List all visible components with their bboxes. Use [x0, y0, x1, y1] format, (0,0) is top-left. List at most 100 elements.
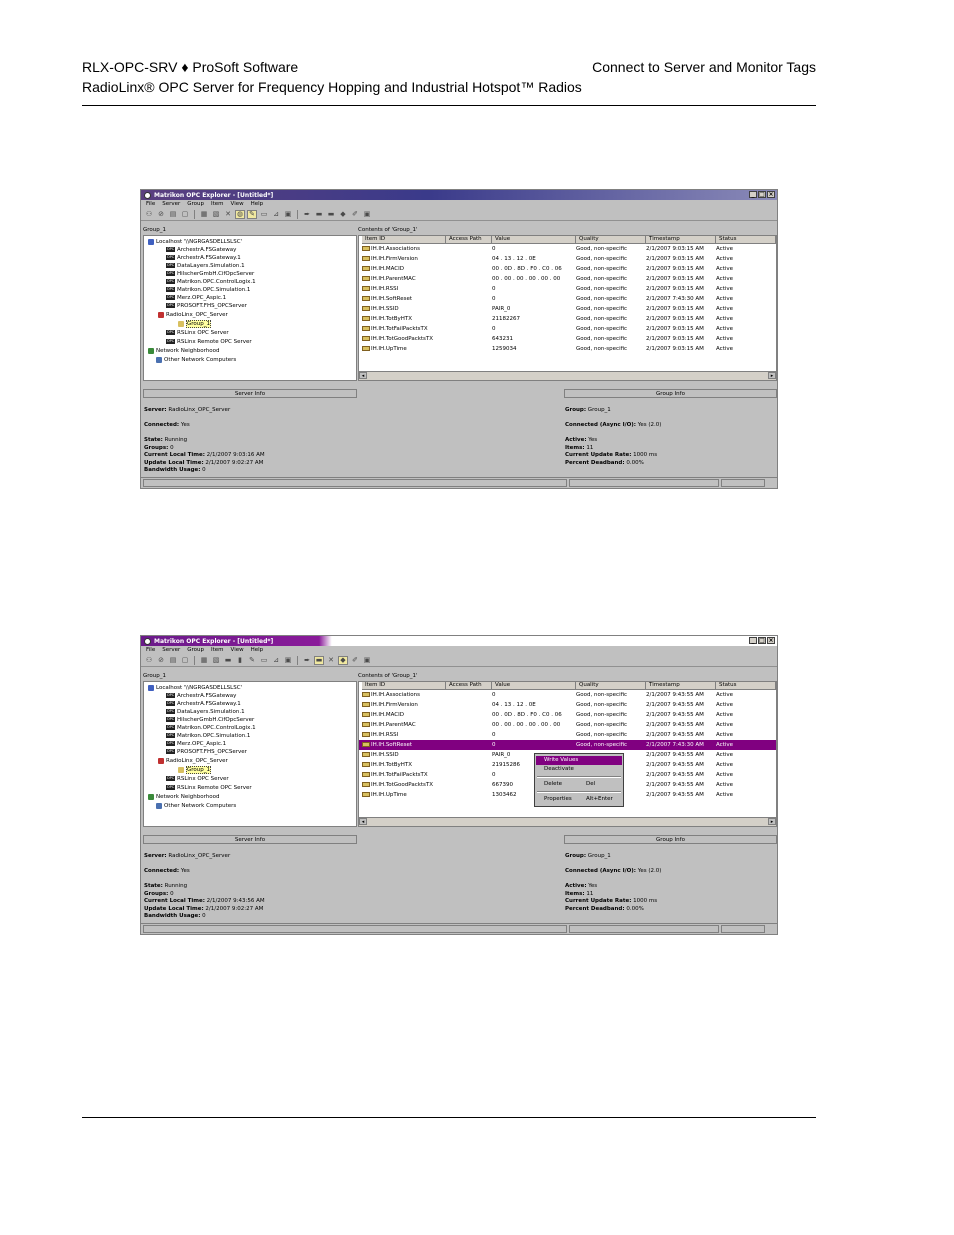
tree-node[interactable]: Network Neighborhood	[148, 793, 219, 801]
tree-node[interactable]: OPC ArchestrA.FSGateway.1	[166, 254, 241, 262]
properties-icon[interactable]: ✎	[247, 209, 257, 219]
tree-node[interactable]: OPC DataLayers.Simulation.1	[166, 708, 245, 716]
edit-group-icon[interactable]: ▧	[211, 656, 221, 665]
connect-icon[interactable]: ⚇	[144, 210, 154, 219]
tree-node[interactable]: OPC HilscherGmbH.CifOpcServer	[166, 270, 254, 278]
add-group-icon[interactable]: ▦	[199, 210, 209, 219]
column-header[interactable]: Item ID	[362, 236, 446, 244]
tree-node[interactable]: OPC Matrikon.OPC.ControlLogix.1	[166, 724, 256, 732]
column-header[interactable]: Status	[716, 236, 776, 244]
write-icon[interactable]: ⊿	[271, 656, 281, 665]
table-row[interactable]: IH.IH.TotGoodPacktsTX 643231 Good, non-spe…	[359, 334, 776, 344]
table-row[interactable]: IH.IH.TotByHTX 21182267 Good, non-specific…	[359, 314, 776, 324]
horizontal-scrollbar[interactable]: ◂ ▸	[359, 371, 776, 380]
close-button[interactable]: ×	[767, 637, 775, 644]
table-row[interactable]: IH.IH.FirmVersion 04 . 13 . 12 . 0E Good, …	[359, 700, 776, 710]
close-button[interactable]: ×	[767, 191, 775, 198]
item-edit-icon[interactable]: ✐	[350, 656, 360, 665]
refresh-icon[interactable]: ▣	[283, 210, 293, 219]
tree-node[interactable]: OPC ArchestrA.FSGateway.1	[166, 700, 241, 708]
disconnect-icon[interactable]: ⊘	[156, 210, 166, 219]
open-icon[interactable]: ▢	[180, 210, 190, 219]
column-header[interactable]: Status	[716, 682, 776, 690]
add-group-icon[interactable]: ▦	[199, 656, 209, 665]
lock-icon[interactable]: ▮	[235, 656, 245, 665]
properties-icon[interactable]: ✎	[247, 656, 257, 665]
new-icon[interactable]: ▤	[168, 656, 178, 665]
column-header[interactable]: Access Path	[446, 236, 492, 244]
menu-item[interactable]: Item	[211, 201, 224, 207]
table-row[interactable]: IH.IH.UpTime 1259034 Good, non-specific 2/1…	[359, 344, 776, 354]
menu-view[interactable]: View	[231, 647, 244, 653]
menu-file[interactable]: File	[146, 647, 155, 653]
menu-deactivate[interactable]: Deactivate	[536, 765, 622, 774]
table-row[interactable]: IH.IH.ParentMAC 00 . 00 . 00 . 00 . 00 . …	[359, 720, 776, 730]
table-row[interactable]: IH.IH.RSSI 0 Good, non-specific 2/1/2007 9:…	[359, 730, 776, 740]
item-write-icon[interactable]: ◆	[338, 210, 348, 219]
tree-node[interactable]: Group_1	[178, 766, 211, 774]
menu-server[interactable]: Server	[162, 647, 180, 653]
scroll-right-icon[interactable]: ▸	[768, 818, 776, 825]
table-row[interactable]: IH.IH.TotFailPacktsTX 0 Good, non-specific…	[359, 324, 776, 334]
menu-view[interactable]: View	[231, 201, 244, 207]
table-row[interactable]: IH.IH.FirmVersion 04 . 13 . 12 . 0E Good, …	[359, 254, 776, 264]
item-write-icon[interactable]: ◆	[338, 655, 348, 665]
minimize-button[interactable]: _	[749, 637, 757, 644]
tree-node[interactable]: OPC Matrikon.OPC.Simulation.1	[166, 732, 250, 740]
read-icon[interactable]: ▭	[259, 656, 269, 665]
refresh-icon[interactable]: ▣	[283, 656, 293, 665]
table-row[interactable]: IH.IH.MACID 00 . 0D . 8D . F0 . C0 . 06 Go…	[359, 710, 776, 720]
write-icon[interactable]: ⊿	[271, 210, 281, 219]
tree-node[interactable]: Other Network Computers	[156, 356, 236, 364]
item-delete-icon[interactable]: ▬	[326, 210, 336, 219]
table-row[interactable]: IH.IH.RSSI 0 Good, non-specific 2/1/2007 9:…	[359, 284, 776, 294]
column-header[interactable]: Timestamp	[646, 236, 716, 244]
scroll-left-icon[interactable]: ◂	[359, 818, 367, 825]
minimize-button[interactable]: _	[749, 191, 757, 198]
tree-node[interactable]: OPC RSLinx OPC Server	[166, 775, 229, 783]
scroll-left-icon[interactable]: ◂	[359, 372, 367, 379]
connect-icon[interactable]: ⚇	[144, 656, 154, 665]
tree-node[interactable]: OPC Matrikon.OPC.Simulation.1	[166, 286, 250, 294]
table-row[interactable]: IH.IH.Associations 0 Good, non-specific 2/1…	[359, 244, 776, 254]
tree-node[interactable]: OPC RSLinx Remote OPC Server	[166, 338, 252, 346]
menu-write-values[interactable]: Write Values	[536, 756, 622, 765]
maximize-button[interactable]: □	[758, 637, 766, 644]
table-row[interactable]: IH.IH.ParentMAC 00 . 00 . 00 . 00 . 00 . …	[359, 274, 776, 284]
table-row[interactable]: IH.IH.Associations 0 Good, non-specific 2/1…	[359, 690, 776, 700]
column-header[interactable]: Item ID	[362, 682, 446, 690]
menu-group[interactable]: Group	[187, 201, 204, 207]
tree-node[interactable]: OPC ArchestrA.FSGateway	[166, 692, 236, 700]
column-header[interactable]: Quality	[576, 236, 646, 244]
table-row[interactable]: IH.IH.MACID 00 . 0D . 8D . F0 . C0 . 06 Go…	[359, 264, 776, 274]
tree-node[interactable]: OPC RSLinx Remote OPC Server	[166, 784, 252, 792]
delete-group-icon[interactable]: ✕	[223, 210, 233, 219]
column-header[interactable]: Value	[492, 236, 576, 244]
new-icon[interactable]: ▤	[168, 210, 178, 219]
tree-node[interactable]: OPC ArchestrA.FSGateway	[166, 246, 236, 254]
column-header[interactable]: Timestamp	[646, 682, 716, 690]
disconnect-icon[interactable]: ⊘	[156, 656, 166, 665]
column-header[interactable]: Access Path	[446, 682, 492, 690]
tree-node[interactable]: Localhost '\\NGRGASDELLSLSC'	[148, 238, 242, 246]
item-edit-icon[interactable]: ✐	[350, 210, 360, 219]
scroll-right-icon[interactable]: ▸	[768, 372, 776, 379]
tree-node[interactable]: OPC PROSOFT.FHS_OPCServer	[166, 302, 247, 310]
table-row[interactable]: IH.IH.SSID PAIR_0 Good, non-specific 2/1/20…	[359, 304, 776, 314]
tree-node[interactable]: OPC Matrikon.OPC.ControlLogix.1	[166, 278, 256, 286]
menu-group[interactable]: Group	[187, 647, 204, 653]
menu-delete[interactable]: Delete Del	[536, 780, 622, 789]
lock-icon[interactable]: ◍	[235, 209, 245, 219]
column-header[interactable]: Value	[492, 682, 576, 690]
table-row[interactable]: IH.IH.SoftReset 0 Good, non-specific 2/1/20…	[359, 740, 776, 750]
table-row[interactable]: IH.IH.SoftReset 0 Good, non-specific 2/1/20…	[359, 294, 776, 304]
column-header[interactable]: Quality	[576, 682, 646, 690]
menu-help[interactable]: Help	[251, 201, 264, 207]
item-delete-icon[interactable]: ✕	[326, 656, 336, 665]
add-item-icon[interactable]: ➨	[302, 656, 312, 665]
delete-group-icon[interactable]: ▬	[223, 656, 233, 665]
item-icon[interactable]: ▬	[314, 655, 324, 665]
item-icon[interactable]: ▬	[314, 210, 324, 219]
item-properties-icon[interactable]: ▣	[362, 210, 372, 219]
tree-node[interactable]: RadioLinx_OPC_Server	[158, 311, 228, 319]
